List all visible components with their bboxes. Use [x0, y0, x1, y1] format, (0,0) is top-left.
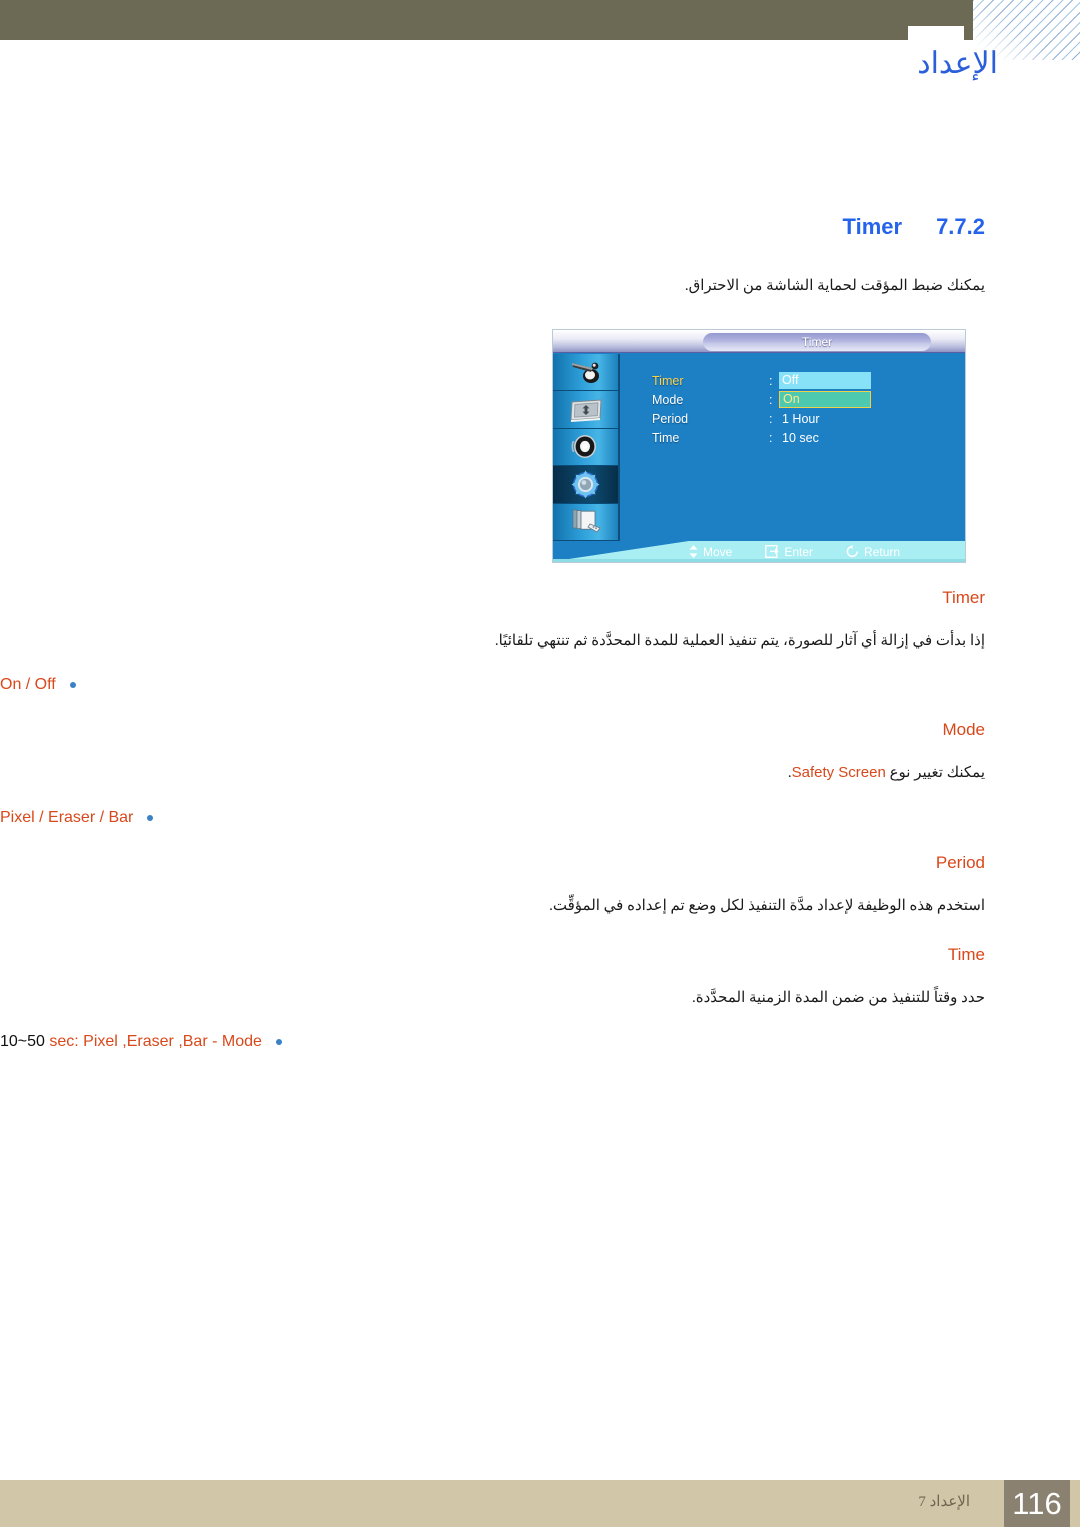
bullet-timer-label: On / Off — [0, 676, 56, 694]
osd-colon-mode: : — [769, 392, 773, 407]
subsection-heading-mode-label: Mode — [942, 720, 985, 740]
paragraph-timer: إذا بدأت في إزالة أي آثار للصورة، يتم تن… — [494, 633, 985, 649]
osd-sidebar-item-picture[interactable] — [553, 354, 618, 392]
osd-titlebar: Timer — [553, 330, 965, 353]
subsection-heading-timer-label: Timer — [942, 588, 985, 607]
osd-label-period: Period — [652, 411, 689, 426]
osd-colon-timer: : — [769, 373, 773, 388]
osd-title: Timer — [703, 333, 931, 351]
section-number: 7.7.2 — [936, 214, 985, 239]
osd-label-time: Time — [652, 430, 680, 445]
content-area: Timer إذا بدأت في إزالة أي آثار للصورة، … — [0, 588, 1080, 1051]
osd-hint-move: Move — [689, 545, 732, 559]
subsection-heading-period-label: Period — [935, 852, 985, 872]
osd-hint-move-label: Move — [703, 544, 733, 559]
setup-gear-icon — [571, 470, 600, 499]
bullet-dot-icon — [69, 682, 76, 689]
bullet-time-range: 10~50 — [0, 1033, 45, 1050]
bullet-timer: On / Off — [0, 676, 1080, 694]
page-number: 116 — [1012, 1485, 1062, 1521]
bullet-time: 10~50 sec: Pixel ,Eraser ,Bar - Mode — [0, 1033, 1080, 1051]
bullet-mode-label: Pixel / Eraser / Bar — [0, 808, 134, 826]
osd-sidebar-item-setup[interactable] — [553, 466, 618, 504]
bullet-time-rest: sec: Pixel ,Eraser ,Bar - Mode — [44, 1033, 262, 1050]
multi-control-icon — [572, 509, 601, 533]
osd-colon-time: : — [769, 430, 773, 445]
osd-sidebar-item-sound[interactable] — [553, 428, 618, 467]
osd-label-timer: Timer — [652, 373, 684, 388]
osd-row-time[interactable]: Time : 10 sec — [652, 428, 965, 447]
sound-speaker-icon — [571, 435, 596, 459]
bullet-mode: Pixel / Eraser / Bar — [0, 809, 1080, 827]
osd-sidebar-item-screen-adjust[interactable] — [553, 391, 618, 429]
subsection-heading-time: Time — [0, 945, 1080, 965]
osd-hint-enter-label: Enter — [784, 544, 814, 559]
osd-sidebar — [553, 354, 620, 543]
section-heading: Timer 7.7.2 — [843, 214, 985, 240]
footer-chapter-label: الإعداد 7 — [918, 1494, 970, 1510]
osd-hint-return: Return — [846, 545, 900, 559]
section-name: Timer — [842, 214, 903, 239]
up-down-arrow-icon — [689, 545, 698, 558]
osd-label-mode: Mode — [652, 392, 684, 407]
subsection-heading-time-label: Time — [947, 944, 985, 964]
page-title: الإعداد — [917, 47, 998, 80]
osd-menu-list: Timer : Off Mode : On Period : 1 Hour Ti… — [652, 371, 965, 447]
osd-screenshot: Timer Timer: Off Mode: On Period: 1 H… — [553, 330, 965, 562]
osd-value-period[interactable]: 1 Hour — [779, 412, 823, 426]
subsection-heading-timer: Timer — [0, 588, 1080, 608]
subsection-heading-mode: Mode — [0, 720, 1080, 740]
osd-footer-underline — [553, 559, 965, 562]
osd-row-mode[interactable]: Mode : On — [652, 390, 965, 409]
osd-hint-enter: Enter — [765, 545, 813, 559]
subsection-heading-period: Period — [0, 853, 1080, 873]
footer-band: الإعداد 7 116 — [0, 1480, 1080, 1527]
osd-value-time[interactable]: 10 sec — [779, 431, 822, 445]
osd-footer-bar: Move Enter Return — [553, 541, 965, 562]
paragraph-mode-term: Safety Screen — [791, 764, 886, 782]
enter-key-icon — [765, 545, 779, 558]
paragraph-time: حدد وقتاً للتنفيذ من ضمن المدة الزمنية ا… — [692, 989, 985, 1006]
header-band — [0, 0, 975, 40]
footer-page-box: 116 — [1004, 1480, 1070, 1527]
manual-page: الإعداد Timer 7.7.2 يمكنك ضبط المؤقت لحم… — [0, 0, 1080, 1527]
paragraph-mode: يمكنك تغيير نوع Safety Screen. — [0, 760, 1080, 786]
bullet-dot-icon — [275, 1039, 282, 1045]
paragraph-mode-pre: يمكنك تغيير نوع — [885, 765, 985, 782]
bullet-time-label: 10~50 sec: Pixel ,Eraser ,Bar - Mode — [0, 1033, 262, 1051]
osd-sidebar-item-multi-control[interactable] — [553, 503, 618, 541]
section-intro-text: يمكنك ضبط المؤقت لحماية الشاشة من الاحتر… — [684, 278, 985, 294]
paragraph-period: استخدم هذه الوظيفة لإعداد مدَّة التنفيذ … — [549, 897, 985, 914]
osd-row-timer[interactable]: Timer : Off — [652, 371, 965, 390]
osd-hint-return-label: Return — [864, 544, 901, 559]
osd-row-period[interactable]: Period : 1 Hour — [652, 409, 965, 428]
osd-value-mode[interactable]: On — [779, 391, 871, 408]
screen-adjust-icon — [569, 399, 602, 422]
osd-colon-period: : — [769, 411, 773, 426]
return-arrow-icon — [846, 545, 858, 558]
osd-value-timer[interactable]: Off — [779, 372, 871, 389]
osd-body: Timer : Off Mode : On Period : 1 Hour Ti… — [622, 354, 965, 562]
page-corner-notch-icon — [908, 26, 964, 42]
bullet-dot-icon — [147, 814, 154, 821]
picture-icon — [571, 362, 599, 384]
